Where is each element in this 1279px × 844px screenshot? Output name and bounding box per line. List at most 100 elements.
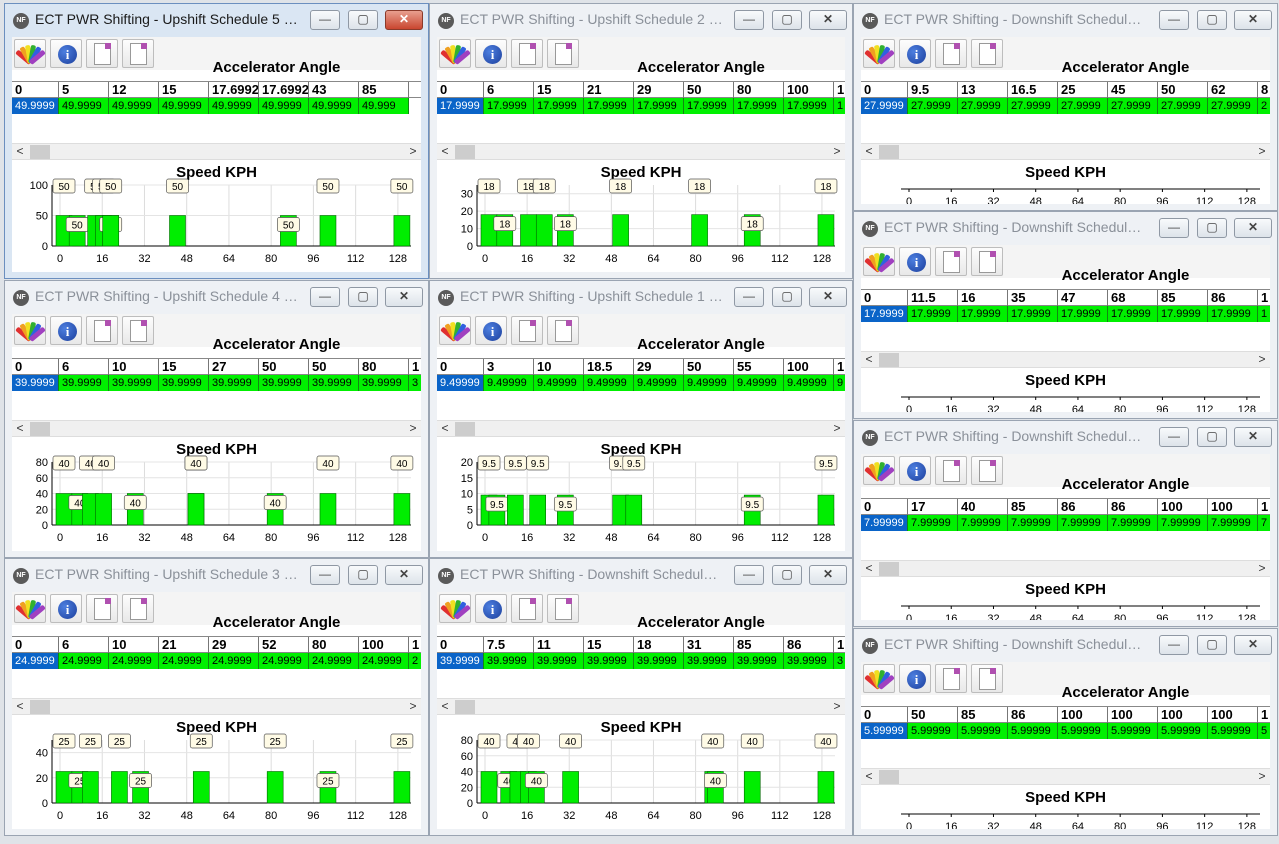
value-cell[interactable]: 49.9999 — [59, 98, 109, 114]
scroll-right-arrow[interactable]: > — [1254, 144, 1270, 160]
value-cell[interactable]: 39.9999 — [684, 653, 734, 669]
value-cell[interactable]: 24.9999 — [59, 653, 109, 669]
value-cell[interactable]: 49.999 — [359, 98, 409, 114]
scroll-left-arrow[interactable]: < — [12, 421, 28, 437]
minimize-button[interactable]: — — [310, 287, 340, 307]
title-bar[interactable]: NF ECT PWR Shifting - Downshift Schedule … — [430, 559, 852, 589]
maximize-button[interactable]: ▢ — [1197, 427, 1227, 447]
value-cell[interactable]: 39.9999 — [784, 653, 834, 669]
value-cell[interactable]: 39.9999 — [437, 653, 484, 669]
value-cell[interactable]: 39.9999 — [484, 653, 534, 669]
value-cell[interactable]: 9 — [834, 375, 845, 391]
value-cell[interactable]: 17.9999 — [684, 98, 734, 114]
minimize-button[interactable]: — — [310, 10, 340, 30]
scroll-right-arrow[interactable]: > — [829, 699, 845, 715]
maximize-button[interactable]: ▢ — [772, 10, 802, 30]
value-cell[interactable]: 39.9999 — [584, 653, 634, 669]
value-cell[interactable]: 24.9999 — [209, 653, 259, 669]
horizontal-scrollbar[interactable]: < > — [12, 420, 421, 437]
value-cell[interactable]: 17.9999 — [634, 98, 684, 114]
title-bar[interactable]: NF ECT PWR Shifting - Upshift Schedule 3 … — [5, 559, 428, 589]
value-cell[interactable]: 7.99999 — [1058, 515, 1108, 531]
value-cell[interactable]: 5.99999 — [1208, 723, 1258, 739]
scroll-thumb[interactable] — [455, 700, 475, 714]
maximize-button[interactable]: ▢ — [348, 10, 378, 30]
scroll-thumb[interactable] — [879, 770, 899, 784]
horizontal-scrollbar[interactable]: < > — [437, 420, 845, 437]
value-cell[interactable]: 5.99999 — [1158, 723, 1208, 739]
value-cell[interactable]: 49.9999 — [259, 98, 309, 114]
value-cell[interactable]: 7 — [1258, 515, 1270, 531]
value-cell[interactable]: 2 — [409, 653, 421, 669]
value-cell[interactable]: 39.9999 — [634, 653, 684, 669]
value-cell[interactable]: 39.9999 — [734, 653, 784, 669]
horizontal-scrollbar[interactable]: < > — [437, 143, 845, 160]
close-button[interactable]: ✕ — [809, 565, 847, 585]
close-button[interactable]: ✕ — [385, 10, 423, 30]
window-dn5[interactable]: NF ECT PWR Shifting - Downshift Schedule … — [429, 558, 853, 836]
value-cell[interactable]: 1 — [834, 98, 845, 114]
close-button[interactable]: ✕ — [1234, 218, 1272, 238]
value-cell[interactable]: 5.99999 — [861, 723, 908, 739]
value-cell[interactable]: 24.9999 — [109, 653, 159, 669]
value-cell[interactable]: 5.99999 — [1058, 723, 1108, 739]
scroll-thumb[interactable] — [30, 700, 50, 714]
value-cell[interactable]: 39.9999 — [534, 653, 584, 669]
value-cell[interactable]: 7.99999 — [1158, 515, 1208, 531]
value-cell[interactable]: 17.9999 — [734, 98, 784, 114]
value-cell[interactable]: 27.9999 — [1208, 98, 1258, 114]
horizontal-scrollbar[interactable]: < > — [861, 143, 1270, 160]
value-cell[interactable]: 5.99999 — [908, 723, 958, 739]
scroll-right-arrow[interactable]: > — [1254, 561, 1270, 577]
value-cell[interactable]: 49.9999 — [109, 98, 159, 114]
scroll-thumb[interactable] — [879, 145, 899, 159]
value-cell[interactable]: 27.9999 — [908, 98, 958, 114]
window-dn3[interactable]: NF ECT PWR Shifting - Downshift Schedule … — [853, 211, 1278, 419]
value-cell[interactable]: 24.9999 — [359, 653, 409, 669]
close-button[interactable]: ✕ — [809, 287, 847, 307]
minimize-button[interactable]: — — [310, 565, 340, 585]
value-cell[interactable]: 24.9999 — [309, 653, 359, 669]
scroll-thumb[interactable] — [455, 145, 475, 159]
minimize-button[interactable]: — — [1159, 427, 1189, 447]
scroll-right-arrow[interactable]: > — [1254, 769, 1270, 785]
value-cell[interactable]: 39.9999 — [209, 375, 259, 391]
horizontal-scrollbar[interactable]: < > — [437, 698, 845, 715]
title-bar[interactable]: NF ECT PWR Shifting - Downshift Schedule … — [854, 4, 1277, 34]
value-cell[interactable]: 17.9999 — [958, 306, 1008, 322]
maximize-button[interactable]: ▢ — [772, 565, 802, 585]
value-cell[interactable]: 27.9999 — [1158, 98, 1208, 114]
scroll-thumb[interactable] — [879, 562, 899, 576]
horizontal-scrollbar[interactable]: < > — [861, 351, 1270, 368]
value-cell[interactable]: 9.49999 — [584, 375, 634, 391]
window-up4[interactable]: NF ECT PWR Shifting - Upshift Schedule 4 … — [4, 280, 429, 558]
close-button[interactable]: ✕ — [1234, 635, 1272, 655]
value-cell[interactable]: 9.49999 — [784, 375, 834, 391]
window-dn4[interactable]: NF ECT PWR Shifting - Downshift Schedule … — [853, 3, 1278, 211]
scroll-right-arrow[interactable]: > — [1254, 352, 1270, 368]
horizontal-scrollbar[interactable]: < > — [861, 768, 1270, 785]
minimize-button[interactable]: — — [734, 565, 764, 585]
title-bar[interactable]: NF ECT PWR Shifting - Upshift Schedule 5 … — [5, 4, 428, 34]
close-button[interactable]: ✕ — [809, 10, 847, 30]
window-dn1[interactable]: NF ECT PWR Shifting - Downshift Schedule … — [853, 628, 1278, 836]
value-cell[interactable]: 9.49999 — [634, 375, 684, 391]
horizontal-scrollbar[interactable]: < > — [12, 143, 421, 160]
title-bar[interactable]: NF ECT PWR Shifting - Downshift Schedule … — [854, 421, 1277, 451]
scroll-thumb[interactable] — [455, 422, 475, 436]
close-button[interactable]: ✕ — [1234, 10, 1272, 30]
window-up5[interactable]: NF ECT PWR Shifting - Upshift Schedule 5 … — [4, 3, 429, 279]
value-cell[interactable]: 24.9999 — [12, 653, 59, 669]
scroll-left-arrow[interactable]: < — [861, 352, 877, 368]
close-button[interactable]: ✕ — [1234, 427, 1272, 447]
value-cell[interactable]: 49.9999 — [159, 98, 209, 114]
value-cell[interactable]: 5 — [1258, 723, 1270, 739]
value-cell[interactable]: 27.9999 — [1008, 98, 1058, 114]
scroll-right-arrow[interactable]: > — [829, 421, 845, 437]
value-cell[interactable]: 49.9999 — [209, 98, 259, 114]
scroll-right-arrow[interactable]: > — [829, 144, 845, 160]
value-cell[interactable]: 39.9999 — [59, 375, 109, 391]
title-bar[interactable]: NF ECT PWR Shifting - Downshift Schedule … — [854, 212, 1277, 242]
scroll-right-arrow[interactable]: > — [405, 699, 421, 715]
value-cell[interactable]: 17.9999 — [437, 98, 484, 114]
